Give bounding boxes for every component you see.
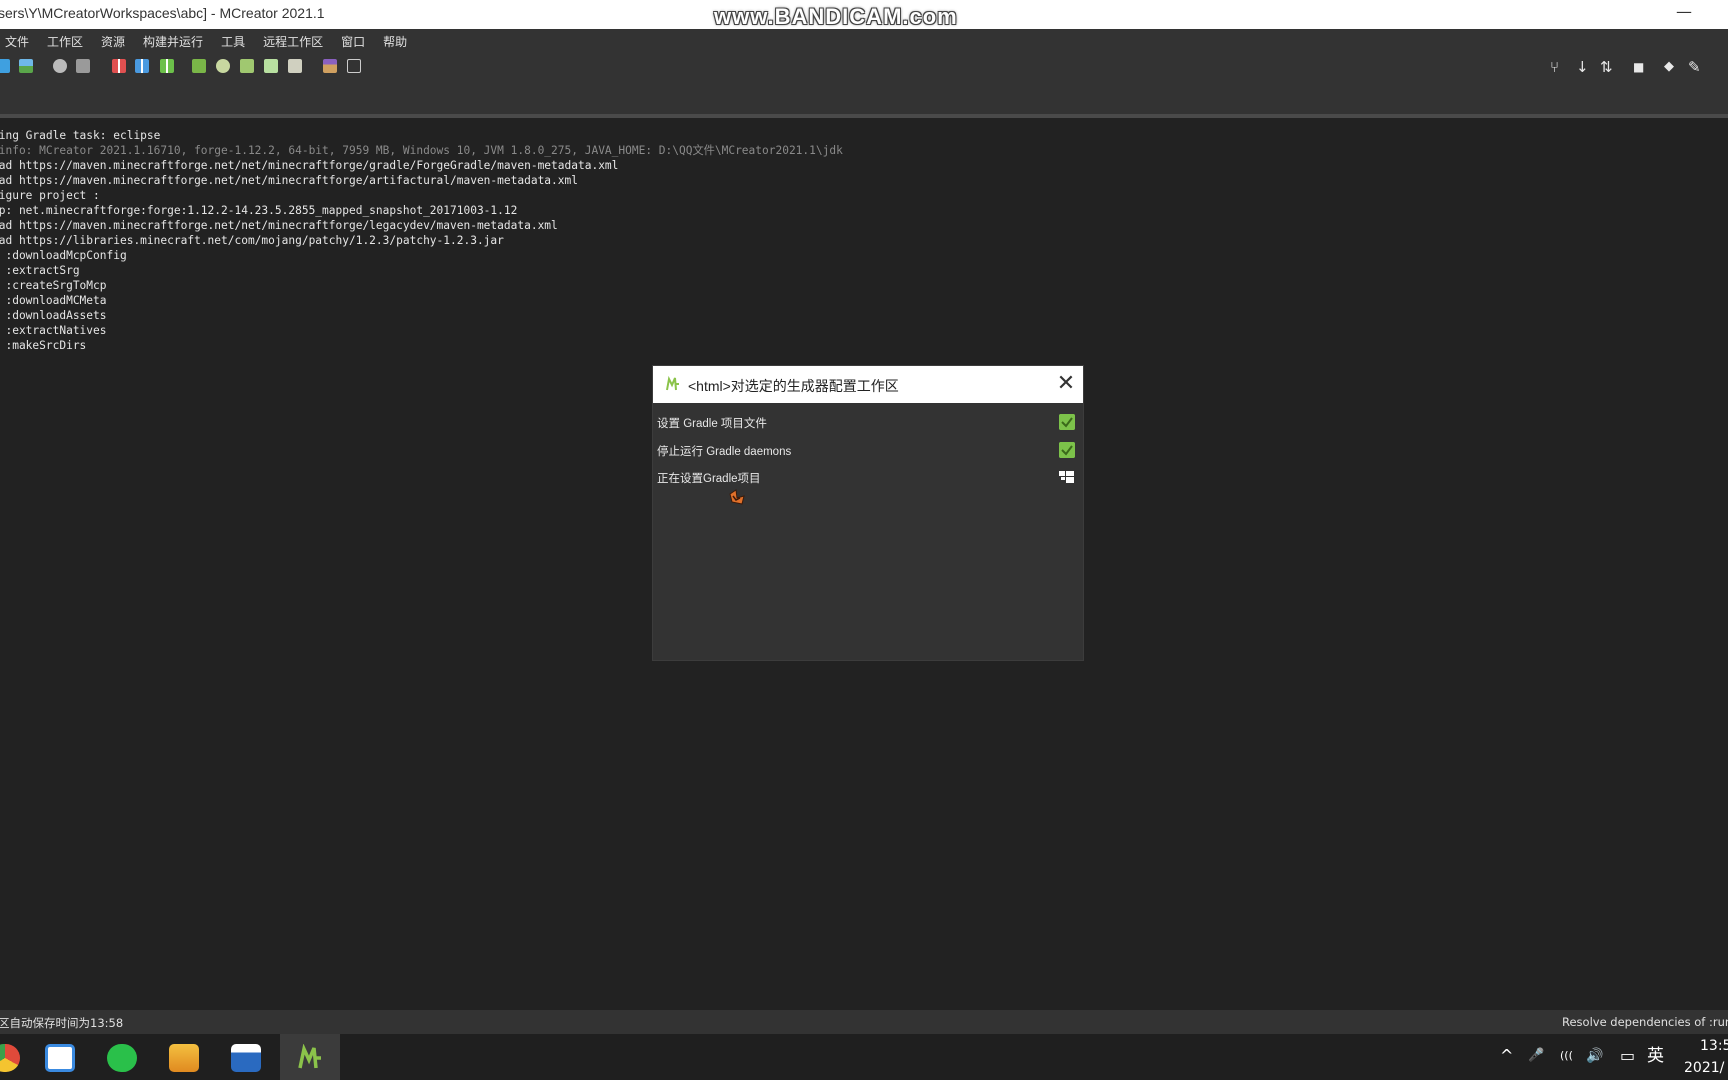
setup-step: 设置 Gradle 项目文件 [657, 413, 1077, 433]
toolbar [0, 54, 1728, 80]
clock-date[interactable]: 2021/ [1684, 1060, 1724, 1076]
step-label: 正在设置Gradle项目 [657, 473, 761, 485]
console-line: k :downloadMcpConfig [0, 249, 127, 262]
close-icon[interactable]: ✕ [1053, 370, 1079, 398]
gradle-status: Resolve dependencies of :runt [1562, 1015, 1728, 1029]
folder-icon[interactable]: ■ [1633, 56, 1644, 78]
dialog-header: <html>对选定的生成器配置工作区 ✕ [653, 366, 1083, 403]
check-icon [1059, 442, 1075, 458]
menu-build-run[interactable]: 构建并运行 [143, 33, 203, 50]
console-line: k :downloadAssets [0, 309, 107, 322]
recipe-icon[interactable] [264, 59, 278, 73]
image-icon[interactable] [19, 59, 33, 73]
clock-time[interactable]: 13:5 [1700, 1038, 1728, 1054]
eraser-icon[interactable]: ◆ [1664, 56, 1674, 78]
loading-icon [1059, 471, 1074, 483]
archive-icon[interactable] [154, 1034, 214, 1080]
menu-workspace[interactable]: 工作区 [47, 33, 83, 50]
explorer-icon[interactable] [216, 1034, 276, 1080]
setup-step: 停止运行 Gradle daemons [657, 441, 1077, 461]
microphone-icon[interactable]: 🎤 [1528, 1045, 1544, 1067]
menu-help[interactable]: 帮助 [383, 33, 407, 50]
baidu-netdisk-icon[interactable] [30, 1034, 90, 1080]
menu-window[interactable]: 窗口 [341, 33, 365, 50]
tab-strip [0, 80, 1728, 114]
block-icon[interactable] [192, 59, 206, 73]
window-titlebar: sers\Y\MCreatorWorkspaces\abc] - MCreato… [0, 0, 1728, 29]
busy-cursor-icon [729, 489, 745, 505]
battery-icon[interactable]: ▭ [1620, 1045, 1635, 1067]
download-icon[interactable]: ↓ [1576, 56, 1589, 78]
console-line: ting Gradle task: eclipse [0, 129, 161, 142]
wechat-icon[interactable] [92, 1034, 152, 1080]
workspace-setup-dialog: <html>对选定的生成器配置工作区 ✕ 设置 Gradle 项目文件 停止运行… [652, 365, 1084, 661]
tool-icon[interactable] [240, 59, 254, 73]
git-branch-icon[interactable]: ⑂ [1550, 56, 1559, 78]
workspace-icon[interactable] [0, 59, 10, 73]
mcreator-logo-icon [666, 376, 679, 391]
dialog-title: <html>对选定的生成器配置工作区 [688, 378, 899, 394]
texture-icon[interactable] [323, 59, 337, 73]
biome-icon[interactable] [288, 59, 302, 73]
save-icon[interactable] [76, 59, 90, 73]
hammer-icon[interactable]: ✎ [1688, 56, 1701, 78]
console-line: k :makeSrcDirs [0, 339, 87, 352]
sort-icon[interactable]: ⇅ [1600, 56, 1613, 78]
tray-expand-icon[interactable]: ^ [1500, 1045, 1513, 1067]
menu-tools[interactable]: 工具 [221, 33, 245, 50]
mod-element-green-icon[interactable] [160, 59, 174, 73]
bandicam-watermark: www.BANDICAM.com [714, 4, 958, 29]
menu-resources[interactable]: 资源 [101, 33, 125, 50]
console-line: k :downloadMCMeta [0, 294, 107, 307]
autosave-status: 区自动保存时间为13:58 [0, 1016, 124, 1030]
console-line: oad https://maven.minecraftforge.net/net… [0, 174, 578, 187]
menu-remote-workspace[interactable]: 远程工作区 [263, 33, 323, 50]
mcreator-icon[interactable] [280, 1034, 340, 1080]
console-line: k :extractNatives [0, 324, 107, 337]
item-icon[interactable] [216, 59, 230, 73]
minimize-button[interactable]: — [1672, 0, 1696, 29]
volume-icon[interactable]: 🔊 [1586, 1045, 1603, 1067]
console-line: info: MCreator 2021.1.16710, forge-1.12.… [0, 144, 843, 157]
step-label: 设置 Gradle 项目文件 [657, 418, 767, 430]
console-line: figure project : [0, 189, 100, 202]
step-label: 停止运行 Gradle daemons [657, 446, 792, 458]
console-line: k :extractSrg [0, 264, 80, 277]
console-line: up: net.minecraftforge:forge:1.12.2-14.2… [0, 204, 518, 217]
status-bar: 区自动保存时间为13:58 Resolve dependencies of :r… [0, 1010, 1728, 1034]
mod-element-blue-icon[interactable] [135, 59, 149, 73]
settings-icon[interactable] [53, 59, 67, 73]
setup-step: 正在设置Gradle项目 [657, 468, 1077, 488]
menu-bar: 文件 工作区 资源 构建并运行 工具 远程工作区 窗口 帮助 [0, 29, 1728, 54]
window-title: sers\Y\MCreatorWorkspaces\abc] - MCreato… [0, 5, 325, 21]
edit-icon[interactable] [347, 59, 361, 73]
menu-file[interactable]: 文件 [5, 33, 29, 50]
console-line: oad https://maven.minecraftforge.net/net… [0, 219, 558, 232]
mod-element-red-icon[interactable] [112, 59, 126, 73]
console-line: oad https://maven.minecraftforge.net/net… [0, 159, 619, 172]
input-method-indicator[interactable]: 英 [1647, 1045, 1664, 1067]
check-icon [1059, 414, 1075, 430]
console-line: k :createSrgToMcp [0, 279, 107, 292]
console-line: oad https://libraries.minecraft.net/com/… [0, 234, 504, 247]
wifi-icon[interactable]: ((( [1560, 1045, 1573, 1067]
